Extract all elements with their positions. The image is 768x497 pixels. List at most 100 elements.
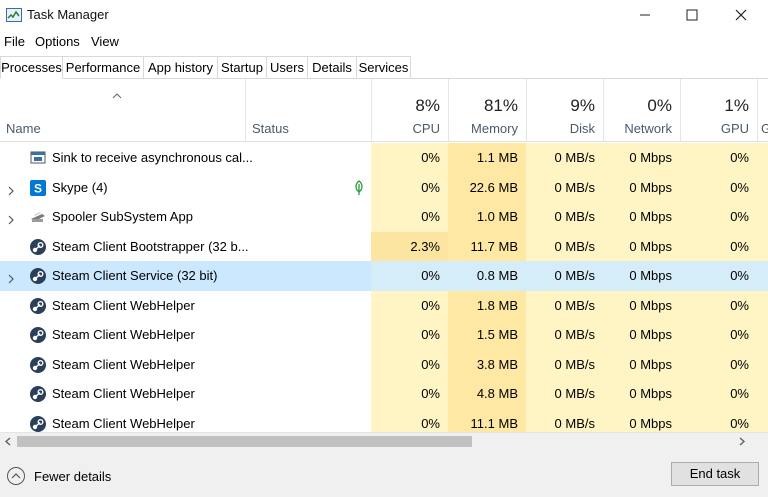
- tab-startup[interactable]: Startup: [218, 56, 267, 78]
- process-gpu-value: 0%: [680, 379, 757, 409]
- column-header-gpu[interactable]: 1% GPU: [680, 79, 757, 141]
- process-name: Steam Client WebHelper: [52, 386, 195, 401]
- memory-total-percent: 81%: [483, 96, 518, 115]
- process-memory-value: 1.0 MB: [448, 202, 526, 232]
- process-row[interactable]: Sink to receive asynchronous cal... 0% 1.1…: [0, 143, 768, 173]
- end-task-button[interactable]: End task: [671, 462, 759, 486]
- tab-app-history[interactable]: App history: [144, 56, 218, 78]
- process-gpu-value: 0%: [680, 349, 757, 379]
- process-row[interactable]: Steam Client WebHelper 0% 3.8 MB 0 MB/s 0 Mb…: [0, 349, 768, 379]
- process-name: Steam Client WebHelper: [52, 297, 195, 313]
- disk-total-percent: 9%: [570, 96, 595, 115]
- column-header-row: Name Status 8% CPU 81% Memory 9% Disk 0%…: [0, 79, 768, 142]
- menu-view[interactable]: View: [91, 34, 119, 49]
- scroll-right-icon[interactable]: [738, 437, 746, 446]
- process-gpu-engine-cell: [757, 231, 768, 261]
- process-cpu-value: 0%: [371, 379, 448, 409]
- process-network-value: 0 Mbps: [603, 408, 680, 432]
- process-gpu-value: 0%: [680, 172, 757, 202]
- process-network-value: 0 Mbps: [603, 379, 680, 409]
- expand-chevron-icon[interactable]: [7, 212, 15, 225]
- column-header-gpu-engine[interactable]: G: [757, 79, 768, 141]
- process-gpu-engine-cell: [757, 261, 768, 291]
- column-status-label: Status: [252, 121, 289, 136]
- process-gpu-engine-cell: [757, 143, 768, 173]
- process-gpu-engine-cell: [757, 202, 768, 232]
- process-network-value: 0 Mbps: [603, 290, 680, 320]
- process-row[interactable]: Steam Client WebHelper 0% 1.5 MB 0 MB/s 0 Mb…: [0, 320, 768, 350]
- process-row[interactable]: Steam Client WebHelper 0% 1.8 MB 0 MB/s 0 Mb…: [0, 290, 768, 320]
- process-memory-value: 1.1 MB: [448, 143, 526, 173]
- process-row[interactable]: Steam Client Service (32 bit) 0% 0.8 MB 0 M…: [0, 261, 768, 291]
- tab-strip: Processes Performance App history Startu…: [0, 55, 768, 79]
- steam-icon: [29, 297, 47, 315]
- process-cpu-value: 2.3%: [371, 231, 448, 261]
- process-disk-value: 0 MB/s: [526, 261, 603, 291]
- expand-chevron-icon[interactable]: [7, 271, 15, 284]
- svg-text:S: S: [34, 181, 42, 195]
- fewer-details-label: Fewer details: [34, 469, 112, 484]
- horizontal-scrollbar[interactable]: [0, 432, 768, 451]
- process-name: Steam Client Service (32 bit): [52, 268, 218, 283]
- fewer-details-button[interactable]: Fewer details: [6, 464, 116, 486]
- process-gpu-engine-cell: [757, 349, 768, 379]
- tab-details[interactable]: Details: [308, 56, 357, 78]
- scrollbar-thumb[interactable]: [17, 436, 472, 447]
- process-disk-value: 0 MB/s: [526, 408, 603, 432]
- disk-label: Disk: [569, 121, 595, 136]
- chevron-up-circle-icon: [7, 467, 25, 485]
- menu-options[interactable]: Options: [35, 34, 80, 49]
- network-label: Network: [624, 121, 672, 136]
- process-memory-value: 11.7 MB: [448, 231, 526, 261]
- menu-file[interactable]: File: [4, 34, 25, 49]
- scroll-left-icon[interactable]: [4, 437, 12, 446]
- process-disk-value: 0 MB/s: [526, 202, 603, 232]
- process-cpu-value: 0%: [371, 320, 448, 350]
- process-disk-value: 0 MB/s: [526, 290, 603, 320]
- sort-ascending-icon: [112, 93, 122, 99]
- process-gpu-engine-cell: [757, 320, 768, 350]
- tab-users[interactable]: Users: [267, 56, 308, 78]
- process-disk-value: 0 MB/s: [526, 231, 603, 261]
- column-header-status[interactable]: Status: [245, 79, 371, 141]
- column-header-memory[interactable]: 81% Memory: [448, 79, 526, 141]
- process-gpu-engine-cell: [757, 172, 768, 202]
- process-row[interactable]: Steam Client WebHelper 0% 4.8 MB 0 MB/s 0 Mb…: [0, 379, 768, 409]
- column-header-cpu[interactable]: 8% CPU: [371, 79, 448, 141]
- process-memory-value: 3.8 MB: [448, 349, 526, 379]
- process-row[interactable]: Spooler SubSystem App 0% 1.0 MB 0 MB/s 0 Mbp…: [0, 202, 768, 232]
- column-header-disk[interactable]: 9% Disk: [526, 79, 603, 141]
- process-name: Steam Client WebHelper: [52, 415, 195, 431]
- maximize-button[interactable]: [669, 0, 715, 30]
- gpu-engine-label: G: [761, 121, 768, 136]
- process-disk-value: 0 MB/s: [526, 320, 603, 350]
- tab-services[interactable]: Services: [357, 56, 411, 78]
- column-header-name[interactable]: Name: [0, 79, 245, 141]
- skype-icon: S: [29, 179, 47, 197]
- maximize-icon: [686, 9, 698, 21]
- tab-performance[interactable]: Performance: [63, 56, 144, 78]
- title-bar: Task Manager: [0, 0, 768, 30]
- gpu-total-percent: 1%: [724, 96, 749, 115]
- cpu-total-percent: 8%: [415, 96, 440, 115]
- process-gpu-engine-cell: [757, 408, 768, 432]
- expand-chevron-icon[interactable]: [7, 183, 15, 195]
- process-network-value: 0 Mbps: [603, 261, 680, 291]
- tab-processes[interactable]: Processes: [0, 56, 63, 79]
- process-name: Sink to receive asynchronous cal...: [52, 150, 253, 165]
- steam-icon: [29, 415, 47, 433]
- process-row[interactable]: Steam Client Bootstrapper (32 b... 2.3% 11…: [0, 231, 768, 261]
- column-header-network[interactable]: 0% Network: [603, 79, 680, 141]
- process-gpu-engine-cell: [757, 290, 768, 320]
- process-row[interactable]: S Skype (4) 0% 22.6 MB 0 MB/s 0 Mbps 0%: [0, 172, 768, 202]
- process-name: Steam Client WebHelper: [52, 327, 195, 342]
- close-button[interactable]: [718, 0, 764, 30]
- process-network-value: 0 Mbps: [603, 172, 680, 202]
- network-total-percent: 0%: [647, 96, 672, 115]
- process-memory-value: 22.6 MB: [448, 172, 526, 202]
- process-cpu-value: 0%: [371, 349, 448, 379]
- minimize-button[interactable]: [622, 0, 668, 30]
- process-network-value: 0 Mbps: [603, 231, 680, 261]
- process-row[interactable]: Steam Client WebHelper 0% 11.1 MB 0 MB/s 0 M…: [0, 408, 768, 433]
- process-network-value: 0 Mbps: [603, 143, 680, 173]
